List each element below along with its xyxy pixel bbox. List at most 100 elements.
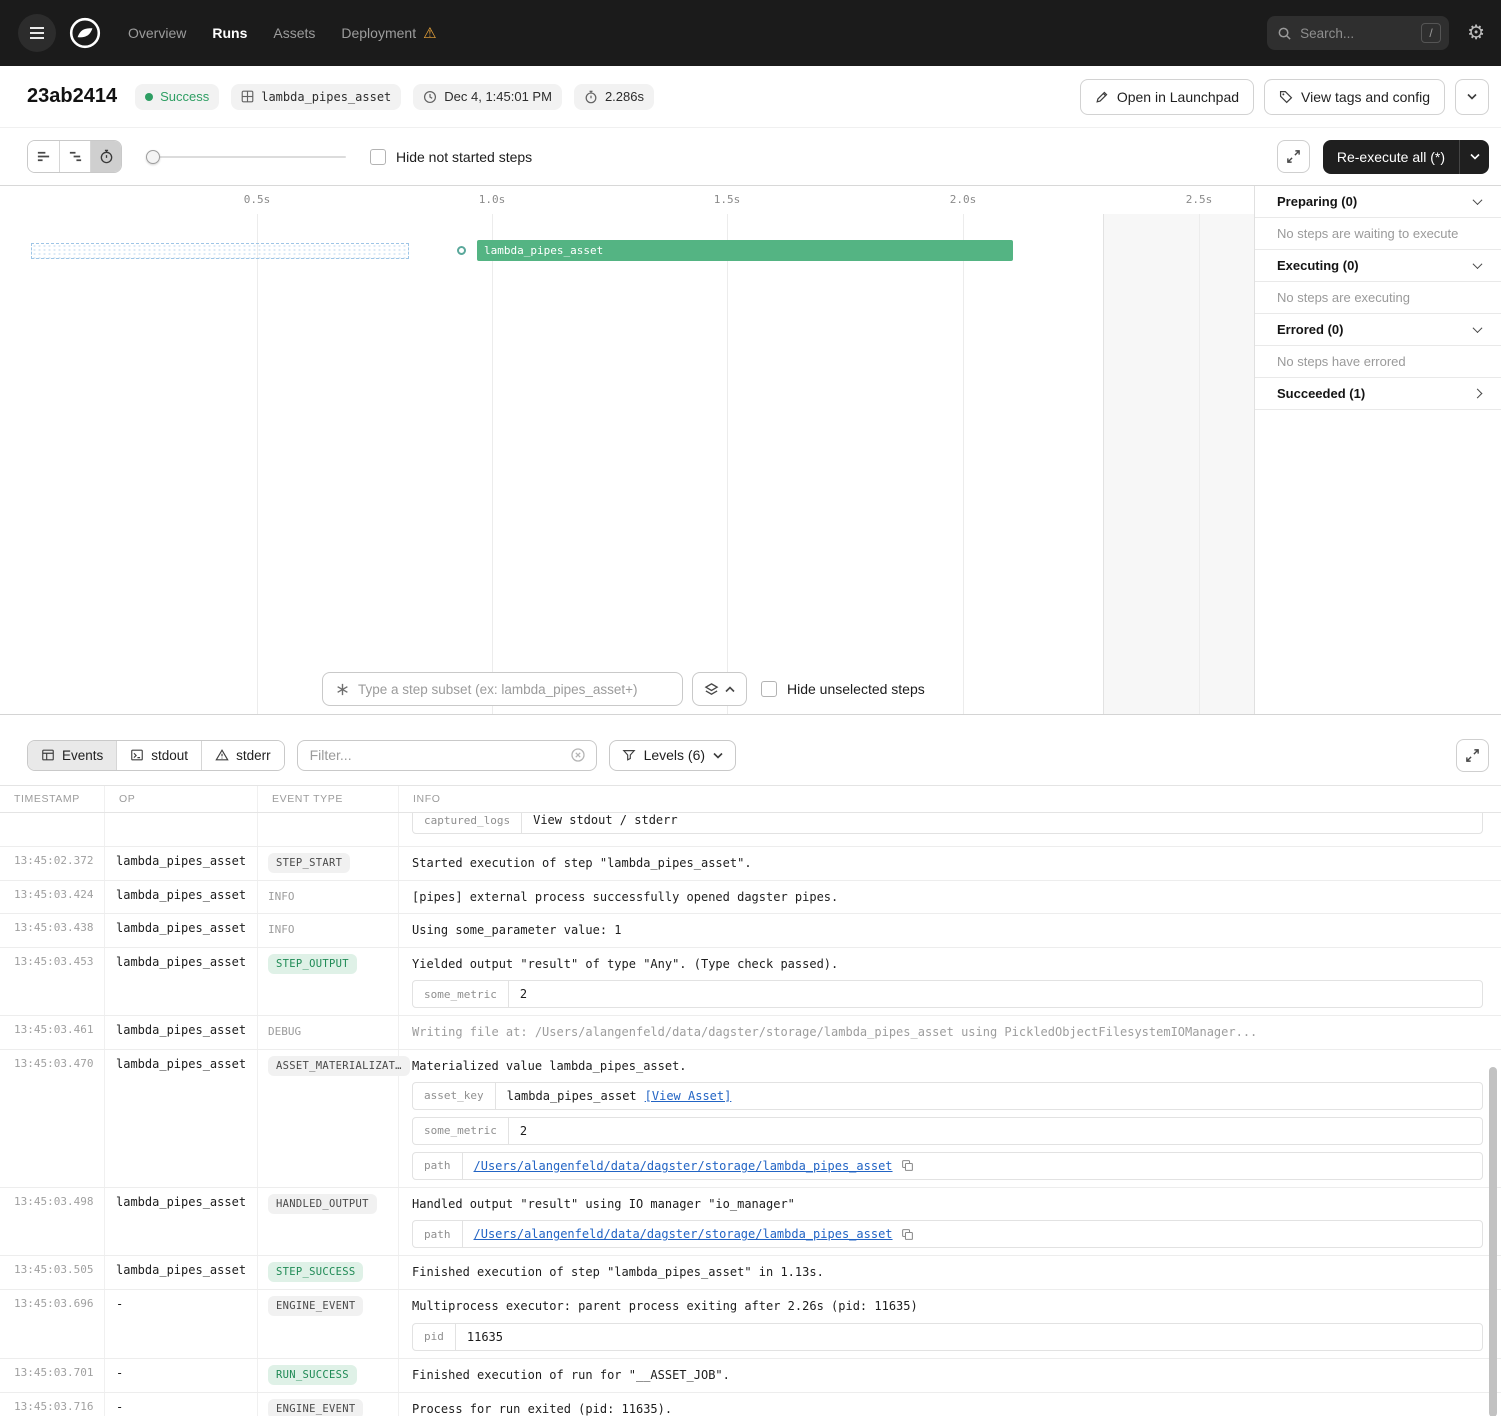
step-start-marker-icon [457,246,466,255]
dagster-logo-icon [68,16,102,50]
log-row[interactable]: 13:45:03.696-ENGINE_EVENT Multiprocess ex… [0,1290,1501,1358]
status-section-title: Errored (0) [1277,322,1343,337]
settings-gear-icon[interactable]: ⚙ [1467,23,1485,43]
step-layers-button[interactable] [692,672,747,706]
metadata-entry: path/Users/alangenfeld/data/dagster/stor… [412,1220,1483,1248]
log-row[interactable]: captured_logsView stdout / stderr [0,813,1501,847]
log-info-cell: captured_logsView stdout / stderr [399,813,1501,846]
log-row[interactable]: 13:45:03.716-ENGINE_EVENTProcess for run… [0,1393,1501,1416]
time-tick: 2.0s [950,193,977,206]
log-timestamp: 13:45:03.696 [0,1290,105,1357]
gantt-fullscreen-button[interactable] [1277,140,1310,173]
step-subset-input[interactable] [358,682,670,697]
view-tags-config-button[interactable]: View tags and config [1264,79,1445,115]
reexecute-dropdown-button[interactable] [1459,140,1489,174]
log-row[interactable]: 13:45:02.372lambda_pipes_assetSTEP_START… [0,847,1501,881]
log-filter-input[interactable] [310,747,562,763]
log-info-cell: Multiprocess executor: parent process ex… [399,1290,1501,1357]
view-mode-waterfall-button[interactable] [59,141,90,172]
hamburger-icon [29,26,45,40]
status-section-executing[interactable]: Executing (0) [1255,250,1501,282]
reexecute-all-button[interactable]: Re-execute all (*) [1323,140,1459,174]
tab-events[interactable]: Events [28,741,116,770]
metadata-text: View stdout / stderr [533,813,678,827]
levels-label: Levels (6) [644,747,705,763]
view-mode-flat-button[interactable] [28,141,59,172]
hide-unselected-label: Hide unselected steps [787,681,925,697]
asset-tag-label: lambda_pipes_asset [261,90,391,104]
metadata-path-link[interactable]: /Users/alangenfeld/data/dagster/storage/… [474,1159,893,1173]
tab-stderr[interactable]: stderr [201,741,284,770]
hide-not-started-label: Hide not started steps [396,149,532,165]
metadata-label: some_metric [413,981,509,1007]
asset-tag[interactable]: lambda_pipes_asset [231,84,401,110]
chevron-down-icon [1467,93,1477,100]
grid-line [492,214,493,714]
status-section-succeeded[interactable]: Succeeded (1) [1255,378,1501,410]
gantt-toolbar: Hide not started steps Re-execute all (*… [0,128,1501,186]
log-filter-box[interactable] [297,740,597,771]
menu-button[interactable] [18,14,56,52]
event-type-tag: ENGINE_EVENT [268,1296,363,1316]
log-row[interactable]: 13:45:03.498lambda_pipes_assetHANDLED_OU… [0,1188,1501,1256]
search-box[interactable]: / [1267,16,1449,50]
log-scrollbar[interactable] [1489,1067,1497,1416]
event-type-tag: STEP_SUCCESS [268,1262,363,1282]
log-event-type-cell: STEP_SUCCESS [258,1256,399,1289]
status-section-preparing[interactable]: Preparing (0) [1255,186,1501,218]
log-message: Using some_parameter value: 1 [412,921,1483,939]
status-section-errored[interactable]: Errored (0) [1255,314,1501,346]
log-row[interactable]: 13:45:03.470lambda_pipes_assetASSET_MATE… [0,1050,1501,1188]
log-row[interactable]: 13:45:03.424lambda_pipes_assetINFO[pipes… [0,881,1501,914]
log-row[interactable]: 13:45:03.438lambda_pipes_assetINFOUsing … [0,914,1501,947]
hide-unselected-checkbox[interactable] [761,681,777,697]
log-message: Writing file at: /Users/alangenfeld/data… [412,1023,1483,1041]
search-input[interactable] [1300,26,1413,41]
view-asset-link[interactable]: [View Asset] [645,1089,732,1103]
layers-icon [704,682,719,697]
zoom-slider[interactable] [146,150,346,164]
log-op: - [105,1290,258,1357]
gantt-chart[interactable]: 0.5s 1.0s 1.5s 2.0s 2.5s lambda_pipes_as… [0,186,1255,714]
zoom-slider-knob[interactable] [146,150,160,164]
clear-filter-icon[interactable] [570,747,586,763]
status-section-title: Executing (0) [1277,258,1359,273]
step-subset-box[interactable] [322,672,683,706]
run-actions-dropdown-button[interactable] [1455,79,1489,115]
view-mode-timed-button[interactable] [90,141,121,172]
hide-not-started-checkbox[interactable] [370,149,386,165]
log-row[interactable]: 13:45:03.505lambda_pipes_assetSTEP_SUCCE… [0,1256,1501,1290]
log-table-header: TIMESTAMP OP EVENT TYPE INFO [0,785,1501,813]
log-row[interactable]: 13:45:03.461lambda_pipes_assetDEBUGWriti… [0,1016,1501,1049]
status-badge: Success [135,84,219,110]
open-launchpad-button[interactable]: Open in Launchpad [1080,79,1254,115]
log-op: - [105,1359,258,1392]
log-info-cell: Started execution of step "lambda_pipes_… [399,847,1501,880]
log-event-type-cell: ENGINE_EVENT [258,1393,399,1416]
nav-item-runs[interactable]: Runs [212,25,247,41]
chevron-down-icon [1473,195,1483,205]
nav-item-overview[interactable]: Overview [128,25,186,41]
levels-dropdown-button[interactable]: Levels (6) [609,740,736,771]
event-type-tag: INFO [268,923,295,936]
log-row[interactable]: 13:45:03.453lambda_pipes_assetSTEP_OUTPU… [0,948,1501,1016]
copy-icon[interactable] [901,1228,914,1241]
logs-fullscreen-button[interactable] [1456,739,1489,772]
gantt-step-bar[interactable]: lambda_pipes_asset [477,240,1013,261]
tab-label: stderr [236,748,271,763]
metadata-entry: asset_keylambda_pipes_asset[View Asset] [412,1082,1483,1110]
tab-stdout[interactable]: stdout [116,741,201,770]
op-selector-icon [335,682,350,697]
gantt-section: 0.5s 1.0s 1.5s 2.0s 2.5s lambda_pipes_as… [0,186,1501,714]
copy-icon[interactable] [901,1159,914,1172]
event-type-tag: INFO [268,890,295,903]
run-datetime: Dec 4, 1:45:01 PM [444,89,552,104]
nav-item-assets[interactable]: Assets [273,25,315,41]
log-info-cell: Materialized value lambda_pipes_asset.as… [399,1050,1501,1187]
metadata-label: some_metric [413,1118,509,1144]
grid-line [1199,214,1200,714]
nav-item-deployment[interactable]: Deployment ⚠ [341,25,436,41]
metadata-path-link[interactable]: /Users/alangenfeld/data/dagster/storage/… [474,1227,893,1241]
log-row[interactable]: 13:45:03.701-RUN_SUCCESSFinished executi… [0,1359,1501,1393]
dagster-run-page: Overview Runs Assets Deployment ⚠ / ⚙ 23… [0,0,1501,1416]
